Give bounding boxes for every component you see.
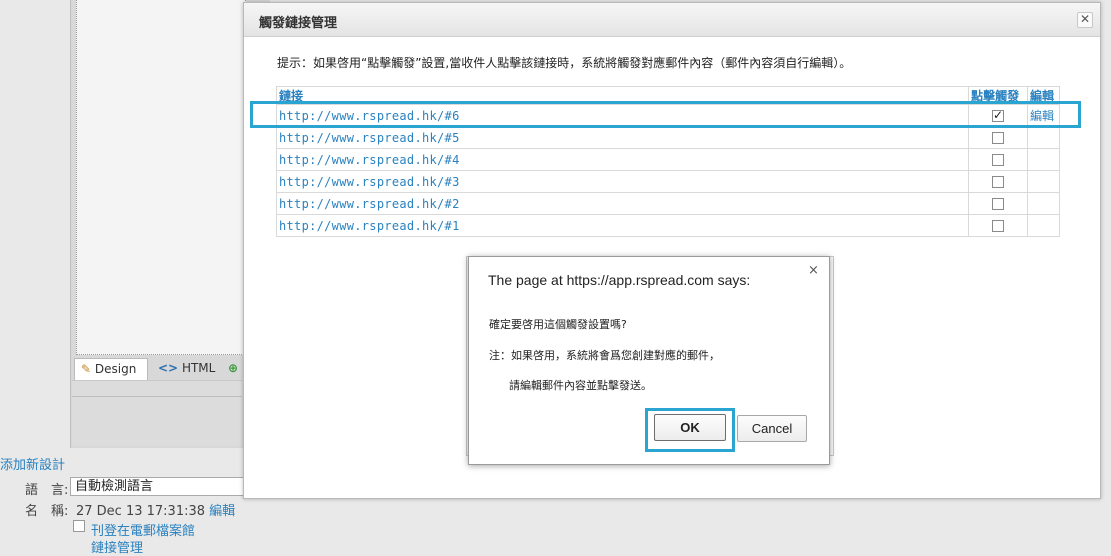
name-label: 名 稱: <box>25 504 69 519</box>
pencil-icon: ✎ <box>81 362 92 376</box>
modal-hint: 提示：如果啓用“點擊觸發”設置,當收件人點擊該鏈接時，系統將觸發對應郵件內容（郵… <box>277 56 852 70</box>
table-row: http://www.rspread.hk/#4 <box>275 148 1060 171</box>
link-url[interactable]: http://www.rspread.hk/#3 <box>279 175 460 189</box>
divider <box>72 396 242 397</box>
row-highlight-box <box>250 101 1081 128</box>
modal-title: 觸發鏈接管理 <box>259 16 338 31</box>
dialog-message-line1: 確定要啓用這個觸發設置嗎? <box>489 318 627 331</box>
link-manager-link[interactable]: 鏈接管理 <box>91 537 143 556</box>
html-tab-label: HTML <box>181 361 216 375</box>
cancel-button[interactable]: Cancel <box>737 415 807 442</box>
name-value: 27 Dec 13 17:31:38 編輯 <box>76 500 235 519</box>
link-url[interactable]: http://www.rspread.hk/#5 <box>279 131 460 145</box>
confirm-dialog: × The page at https://app.rspread.com sa… <box>468 256 830 465</box>
table-row: http://www.rspread.hk/#1 <box>275 214 1060 237</box>
design-tab[interactable]: ✎ Design <box>74 358 148 380</box>
publish-checkbox[interactable] <box>73 520 85 532</box>
dialog-message-line2: 注：如果啓用，系統將會爲您創建對應的郵件， <box>489 349 720 362</box>
table-row: http://www.rspread.hk/#3 <box>275 170 1060 193</box>
link-url[interactable]: http://www.rspread.hk/#4 <box>279 153 460 167</box>
name-text: 27 Dec 13 17:31:38 <box>76 504 206 519</box>
design-tab-label: Design <box>94 362 137 376</box>
trigger-checkbox[interactable] <box>992 154 1005 166</box>
editor-bottom-panel <box>72 380 242 446</box>
code-icon: <> <box>158 361 179 375</box>
close-icon[interactable]: ✕ <box>1077 12 1093 28</box>
dialog-title: The page at https://app.rspread.com says… <box>488 272 751 288</box>
trigger-checkbox[interactable] <box>992 132 1005 144</box>
language-label: 語 言: <box>25 483 69 498</box>
trigger-checkbox[interactable] <box>992 198 1005 210</box>
modal-header: 觸發鏈接管理 ✕ <box>244 3 1100 37</box>
link-url[interactable]: http://www.rspread.hk/#2 <box>279 197 460 211</box>
close-icon[interactable]: × <box>808 263 819 278</box>
dialog-message-line3: 請編輯郵件內容並點擊發送。 <box>509 379 652 392</box>
trigger-checkbox[interactable] <box>992 176 1005 188</box>
table-row: http://www.rspread.hk/#5 <box>275 126 1060 149</box>
html-tab[interactable]: <> HTML <box>152 358 222 380</box>
table-row: http://www.rspread.hk/#2 <box>275 192 1060 215</box>
editor-toolbar: ✎ Design <> HTML ⊕ <box>72 356 242 380</box>
link-url[interactable]: http://www.rspread.hk/#1 <box>279 219 460 233</box>
editor-canvas[interactable] <box>76 0 246 355</box>
ok-button[interactable]: OK <box>654 414 726 441</box>
add-icon[interactable]: ⊕ <box>228 358 242 380</box>
trigger-checkbox[interactable] <box>992 220 1005 232</box>
language-select[interactable]: 自動檢測語言 <box>70 477 250 496</box>
name-edit-link[interactable]: 編輯 <box>209 504 235 519</box>
add-design-link[interactable]: 添加新設計 <box>0 454 65 473</box>
